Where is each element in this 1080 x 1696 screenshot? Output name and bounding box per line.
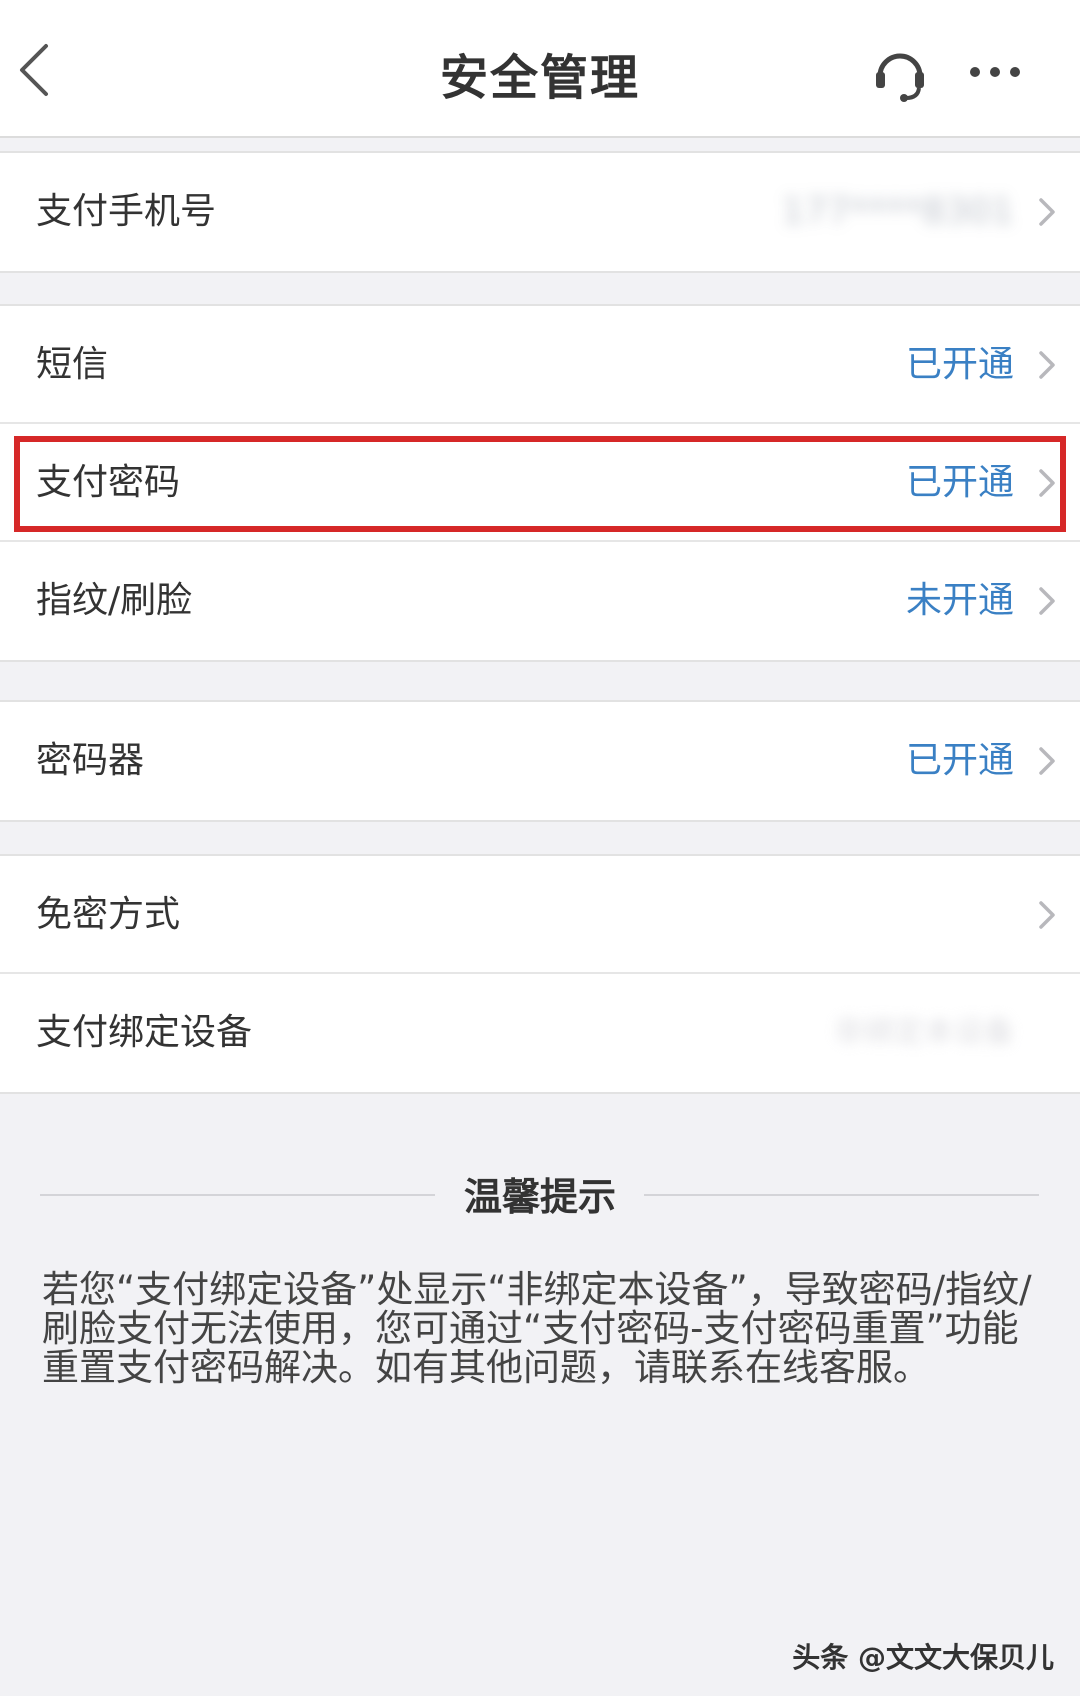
- chevron-right-icon: [1039, 351, 1055, 379]
- phone-group: 支付手机号 177****8301: [0, 151, 1080, 273]
- chevron-right-icon: [1039, 901, 1055, 929]
- row-pay-phone[interactable]: 支付手机号 177****8301: [0, 153, 1080, 271]
- token-group: 密码器 已开通: [0, 700, 1080, 822]
- row-value: 177****8301: [781, 191, 1014, 232]
- row-token[interactable]: 密码器 已开通: [0, 702, 1080, 820]
- device-group: 免密方式 支付绑定设备 非绑定本设备: [0, 854, 1080, 1094]
- row-value: 已开通: [905, 462, 1014, 503]
- row-pay-password[interactable]: 支付密码 已开通: [0, 424, 1080, 542]
- more-dots-icon: [970, 67, 1020, 77]
- row-value: 已开通: [905, 740, 1014, 781]
- row-value: 非绑定本设备: [834, 1015, 1014, 1050]
- row-label: 支付手机号: [36, 191, 217, 232]
- row-label: 支付密码: [36, 462, 181, 503]
- row-no-password[interactable]: 免密方式: [0, 856, 1080, 974]
- row-label: 免密方式: [36, 894, 181, 935]
- chevron-right-icon: [1039, 747, 1055, 775]
- row-label: 密码器: [36, 740, 145, 781]
- row-label: 指纹/刷脸: [36, 580, 193, 621]
- verification-group: 短信 已开通 支付密码 已开通 指纹/刷脸 未开通: [0, 304, 1080, 662]
- row-label: 支付绑定设备: [36, 1012, 253, 1053]
- tip-body: 若您“支付绑定设备”处显示“非绑定本设备”，导致密码/指纹/刷脸支付无法使用，您…: [42, 1268, 1032, 1389]
- divider: [644, 1194, 1039, 1196]
- row-biometric[interactable]: 指纹/刷脸 未开通: [0, 542, 1080, 660]
- tip-header: 温馨提示: [0, 1162, 1080, 1228]
- row-value: 已开通: [905, 344, 1014, 385]
- watermark: 头条 @文文大保贝儿: [792, 1641, 1054, 1674]
- chevron-right-icon: [1039, 469, 1055, 497]
- chevron-right-icon: [1039, 587, 1055, 615]
- chevron-right-icon: [1039, 198, 1055, 226]
- nav-bar: 安全管理: [0, 0, 1080, 138]
- row-sms[interactable]: 短信 已开通: [0, 306, 1080, 424]
- headset-icon: [876, 53, 924, 102]
- row-bound-device[interactable]: 支付绑定设备 非绑定本设备: [0, 974, 1080, 1092]
- more-button[interactable]: [965, 52, 1025, 92]
- row-value: 未开通: [905, 580, 1014, 621]
- row-label: 短信: [36, 344, 109, 385]
- customer-service-button[interactable]: [870, 42, 930, 102]
